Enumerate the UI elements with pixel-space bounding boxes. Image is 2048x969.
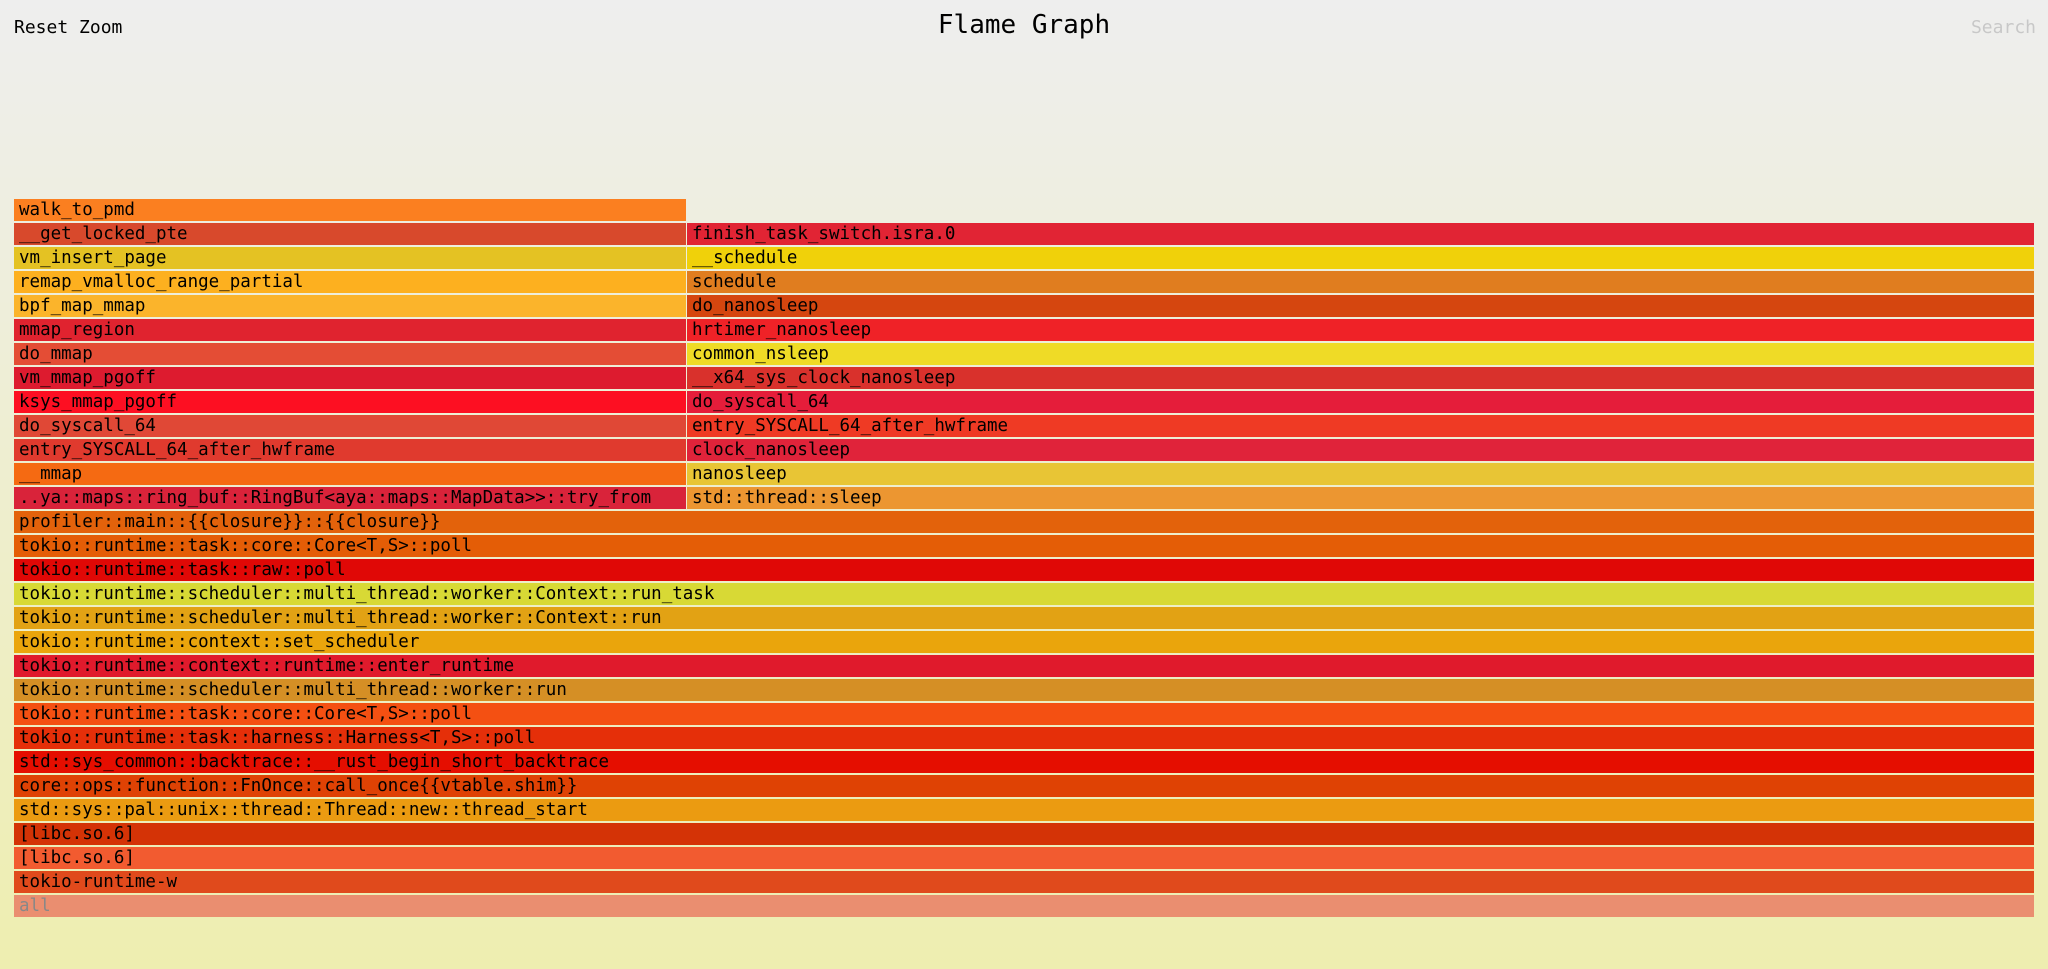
- flame-frame-label: tokio::runtime::scheduler::multi_thread:…: [19, 608, 662, 628]
- flame-frame[interactable]: schedule: [687, 271, 2034, 293]
- flame-frame-label: std::thread::sleep: [692, 488, 882, 508]
- flame-frame[interactable]: vm_insert_page: [14, 247, 686, 269]
- flame-frame-label: [libc.so.6]: [19, 824, 135, 844]
- flame-frame[interactable]: __mmap: [14, 463, 686, 485]
- flame-frame-label: do_nanosleep: [692, 296, 819, 316]
- flame-frame-label: schedule: [692, 272, 777, 292]
- flame-frame-label: std::sys::pal::unix::thread::Thread::new…: [19, 800, 588, 820]
- flame-graph: all tokio-runtime-w [libc.so.6] [libc.so.6]…: [0, 0, 2048, 969]
- flame-frame-label: hrtimer_nanosleep: [692, 320, 872, 340]
- flame-frame[interactable]: entry_SYSCALL_64_after_hwframe: [687, 415, 2034, 437]
- flame-frame-label: core::ops::function::FnOnce::call_once{{…: [19, 776, 578, 796]
- flame-frame[interactable]: bpf_map_mmap: [14, 295, 686, 317]
- flame-frame[interactable]: tokio::runtime::context::set_scheduler: [14, 631, 2034, 653]
- flame-frame-label: tokio::runtime::context::runtime::enter_…: [19, 656, 515, 676]
- flame-frame[interactable]: tokio::runtime::task::harness::Harness<T…: [14, 727, 2034, 749]
- flame-frame[interactable]: std::thread::sleep: [687, 487, 2034, 509]
- flame-frame[interactable]: ..ya::maps::ring_buf::RingBuf<aya::maps:…: [14, 487, 686, 509]
- flame-frame[interactable]: tokio::runtime::task::core::Core<T,S>::p…: [14, 703, 2034, 725]
- flame-frame[interactable]: __x64_sys_clock_nanosleep: [687, 367, 2034, 389]
- flame-frame[interactable]: tokio::runtime::context::runtime::enter_…: [14, 655, 2034, 677]
- flame-frame-label: remap_vmalloc_range_partial: [19, 272, 304, 292]
- flame-frame[interactable]: [libc.so.6]: [14, 847, 2034, 869]
- flame-frame[interactable]: ksys_mmap_pgoff: [14, 391, 686, 413]
- flame-frame[interactable]: tokio::runtime::scheduler::multi_thread:…: [14, 607, 2034, 629]
- flame-frame-label: tokio::runtime::task::core::Core<T,S>::p…: [19, 536, 473, 556]
- flame-frame[interactable]: tokio::runtime::scheduler::multi_thread:…: [14, 679, 2034, 701]
- flame-frame-label: bpf_map_mmap: [19, 296, 146, 316]
- flame-frame[interactable]: do_nanosleep: [687, 295, 2034, 317]
- flame-frame-label: do_syscall_64: [692, 392, 829, 412]
- flame-frame[interactable]: std::sys::pal::unix::thread::Thread::new…: [14, 799, 2034, 821]
- flame-frame[interactable]: tokio::runtime::task::raw::poll: [14, 559, 2034, 581]
- flame-frame[interactable]: nanosleep: [687, 463, 2034, 485]
- flame-frame[interactable]: do_mmap: [14, 343, 686, 365]
- flame-frame-label: tokio-runtime-w: [19, 872, 178, 892]
- flame-frame[interactable]: core::ops::function::FnOnce::call_once{{…: [14, 775, 2034, 797]
- flame-frame[interactable]: tokio::runtime::scheduler::multi_thread:…: [14, 583, 2034, 605]
- flame-frame-label: common_nsleep: [692, 344, 829, 364]
- flame-frame-label: mmap_region: [19, 320, 135, 340]
- flame-frame-label: __get_locked_pte: [19, 224, 188, 244]
- flame-frame-label: [libc.so.6]: [19, 848, 135, 868]
- flame-frame[interactable]: __schedule: [687, 247, 2034, 269]
- flame-frame-label: vm_mmap_pgoff: [19, 368, 156, 388]
- flame-frame[interactable]: tokio-runtime-w: [14, 871, 2034, 893]
- flame-frame[interactable]: __get_locked_pte: [14, 223, 686, 245]
- flame-frame-label: do_syscall_64: [19, 416, 156, 436]
- flame-frame[interactable]: [libc.so.6]: [14, 823, 2034, 845]
- flame-frame-label: entry_SYSCALL_64_after_hwframe: [692, 416, 1009, 436]
- flame-frame-label: finish_task_switch.isra.0: [692, 224, 956, 244]
- flame-frame-label: ..ya::maps::ring_buf::RingBuf<aya::maps:…: [19, 488, 652, 508]
- flame-frame[interactable]: entry_SYSCALL_64_after_hwframe: [14, 439, 686, 461]
- flame-frame[interactable]: do_syscall_64: [14, 415, 686, 437]
- flame-frame[interactable]: vm_mmap_pgoff: [14, 367, 686, 389]
- flame-frame[interactable]: remap_vmalloc_range_partial: [14, 271, 686, 293]
- flame-frame-label: tokio::runtime::task::harness::Harness<T…: [19, 728, 536, 748]
- flame-frame[interactable]: finish_task_switch.isra.0: [687, 223, 2034, 245]
- flame-frame-label: std::sys_common::backtrace::__rust_begin…: [19, 752, 610, 772]
- flame-frame-label: entry_SYSCALL_64_after_hwframe: [19, 440, 336, 460]
- flame-frame-label: profiler::main::{{closure}}::{{closure}}: [19, 512, 441, 532]
- flame-frame[interactable]: profiler::main::{{closure}}::{{closure}}: [14, 511, 2034, 533]
- flame-frame-label: tokio::runtime::scheduler::multi_thread:…: [19, 680, 567, 700]
- flame-frame-label: tokio::runtime::context::set_scheduler: [19, 632, 420, 652]
- flame-frame-label: clock_nanosleep: [692, 440, 851, 460]
- flame-frame[interactable]: tokio::runtime::task::core::Core<T,S>::p…: [14, 535, 2034, 557]
- flame-frame-label: __x64_sys_clock_nanosleep: [692, 368, 956, 388]
- flame-frame-label: do_mmap: [19, 344, 93, 364]
- flame-frame-label: all: [19, 896, 51, 916]
- flame-frame[interactable]: mmap_region: [14, 319, 686, 341]
- flame-frame-label: vm_insert_page: [19, 248, 167, 268]
- flame-frame[interactable]: clock_nanosleep: [687, 439, 2034, 461]
- flame-frame-label: tokio::runtime::scheduler::multi_thread:…: [19, 584, 715, 604]
- flame-frame[interactable]: common_nsleep: [687, 343, 2034, 365]
- flame-frame-label: walk_to_pmd: [19, 200, 135, 220]
- flame-frame[interactable]: std::sys_common::backtrace::__rust_begin…: [14, 751, 2034, 773]
- flame-frame-label: tokio::runtime::task::raw::poll: [19, 560, 346, 580]
- flame-frame[interactable]: walk_to_pmd: [14, 199, 686, 221]
- flame-frame-label: tokio::runtime::task::core::Core<T,S>::p…: [19, 704, 473, 724]
- flame-frame-label: ksys_mmap_pgoff: [19, 392, 178, 412]
- flame-frame[interactable]: all: [14, 895, 2034, 917]
- flame-frame[interactable]: hrtimer_nanosleep: [687, 319, 2034, 341]
- flame-frame-label: nanosleep: [692, 464, 787, 484]
- flame-frame[interactable]: do_syscall_64: [687, 391, 2034, 413]
- flame-frame-label: __schedule: [692, 248, 798, 268]
- flame-frame-label: __mmap: [19, 464, 83, 484]
